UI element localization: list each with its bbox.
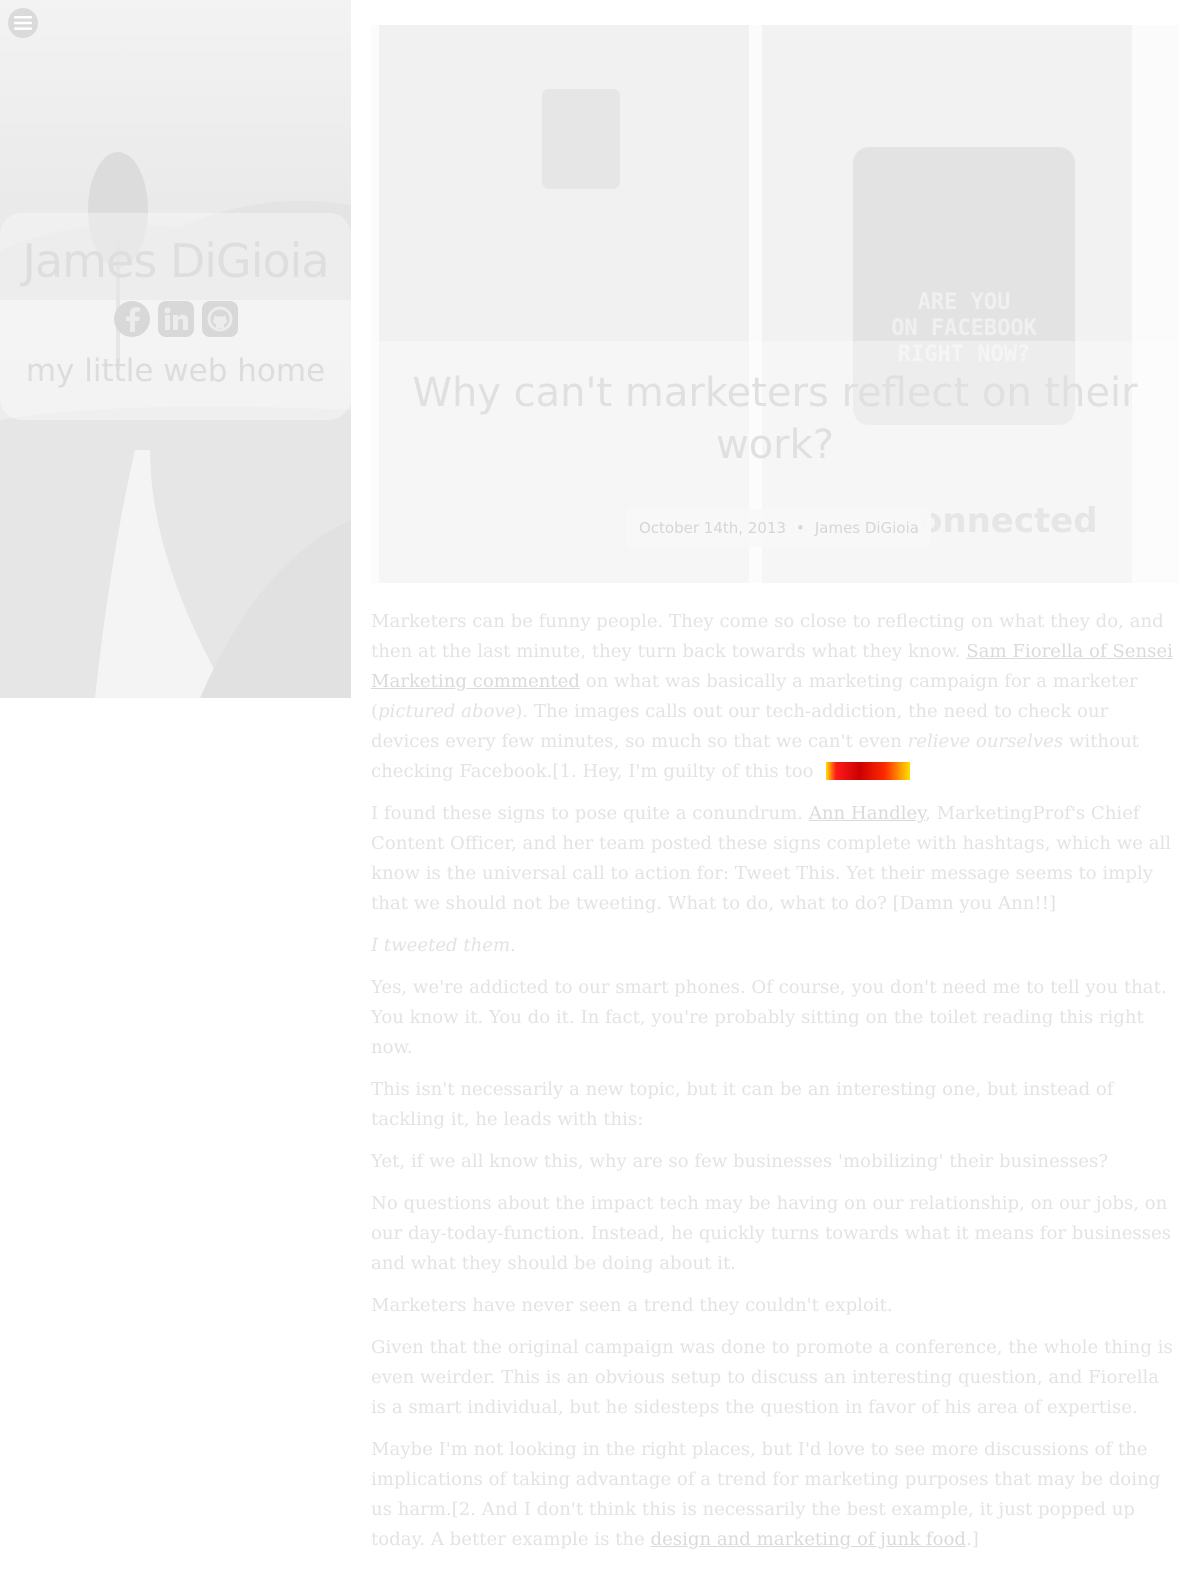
paragraph: Given that the original campaign was don… <box>371 1337 1173 1418</box>
sign-text-line: ON FACEBOOK <box>891 316 1037 341</box>
github-link[interactable] <box>201 301 238 337</box>
paragraph: Marketers can be funny people. They come… <box>371 607 1179 787</box>
github-icon <box>207 306 232 332</box>
blockquote: Yet, if we all know this, why are so few… <box>371 1151 1108 1172</box>
post-date: October 14th, 2013 <box>639 519 786 537</box>
paragraph: Maybe I'm not looking in the right place… <box>371 1435 1179 1555</box>
post-content: Marketers can be funny people. They come… <box>371 607 1179 1567</box>
facebook-icon <box>125 307 140 332</box>
identity-card: James DiGioia my little web home <box>0 213 351 420</box>
paragraph: No questions about the impact tech may b… <box>371 1193 1171 1274</box>
sidebar: James DiGioia my little web home <box>0 0 351 698</box>
paragraph: Marketers have never seen a trend they c… <box>371 1295 893 1316</box>
paragraph: I found these signs to pose quite a conu… <box>371 799 1179 919</box>
paragraph: This isn't necessarily a new topic, but … <box>371 1079 1114 1130</box>
junk-food-link[interactable]: design and marketing of junk food <box>651 1529 966 1550</box>
social-links <box>0 301 351 337</box>
emphasis: I tweeted them. <box>371 935 516 956</box>
post-title: Why can't marketers reflect on their wor… <box>412 370 1138 468</box>
site-tagline: my little web home <box>25 353 326 389</box>
paragraph: Yes, we're addicted to our smart phones.… <box>371 977 1167 1058</box>
site-title[interactable]: James DiGioia <box>0 231 351 291</box>
ann-handley-link[interactable]: Ann Handley <box>809 803 925 824</box>
linkedin-icon <box>164 307 188 330</box>
emphasis: pictured above <box>378 701 516 722</box>
menu-toggle-button[interactable] <box>8 8 38 38</box>
post-hero: ARE YOU ON FACEBOOK RIGHT NOW? onnected … <box>371 25 1179 583</box>
emoji-image <box>825 762 910 780</box>
sign-text-line: ARE YOU <box>917 290 1011 315</box>
emphasis: relieve ourselves <box>907 731 1064 752</box>
hamburger-icon <box>14 16 32 30</box>
meta-separator: • <box>795 519 805 537</box>
small-sign-image <box>542 89 620 189</box>
paragraph: I tweeted them. <box>371 931 1179 961</box>
facebook-link[interactable] <box>113 301 150 337</box>
post-author[interactable]: James DiGioia <box>815 519 919 537</box>
post-meta: October 14th, 2013 • James DiGioia <box>627 509 931 547</box>
text: I found these signs to pose quite a conu… <box>371 803 809 824</box>
linkedin-link[interactable] <box>157 301 194 337</box>
text: .] <box>966 1529 979 1550</box>
image-watermark-text: onnected <box>919 501 1098 541</box>
